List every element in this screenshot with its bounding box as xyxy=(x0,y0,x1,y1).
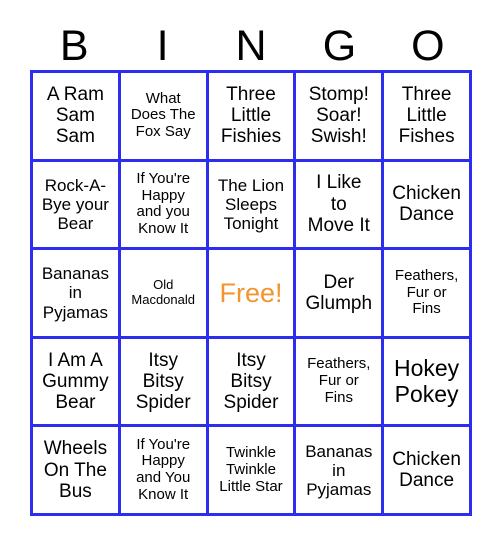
bingo-cell-label: Wheels On The Bus xyxy=(43,438,108,502)
bingo-cell-label: Free! xyxy=(219,277,283,308)
bingo-cell-label: Bananas in Pyjamas xyxy=(41,264,109,322)
bingo-cell[interactable]: I Am A Gummy Bear xyxy=(33,338,121,428)
header-letter-b: B xyxy=(59,22,89,70)
bingo-cell[interactable]: Three Little Fishies xyxy=(208,73,297,162)
bingo-cell-label: Stomp! Soar! Swish! xyxy=(308,83,369,148)
bingo-cell-label: Chicken Dance xyxy=(392,448,461,492)
bingo-cell[interactable]: Bananas in Pyjamas xyxy=(296,427,385,516)
bingo-cell[interactable]: A Ram Sam Sam xyxy=(33,73,121,162)
bingo-cell-label: Feathers, Fur or Fins xyxy=(394,266,459,318)
bingo-cell[interactable]: Der Glumph xyxy=(296,250,385,339)
bingo-cell[interactable]: I Like to Move It xyxy=(296,161,385,251)
bingo-cell-label: Hokey Pokey xyxy=(393,354,460,407)
bingo-cell[interactable]: Three Little Fishes xyxy=(384,73,472,162)
bingo-cell[interactable]: Twinkle Twinkle Little Star xyxy=(208,427,297,516)
bingo-grid: A Ram Sam Sam What Does The Fox Say Three … xyxy=(30,70,472,516)
header-letter-o: O xyxy=(411,22,445,70)
bingo-cell-label: Old Macdonald xyxy=(131,277,195,307)
bingo-cell[interactable]: Stomp! Soar! Swish! xyxy=(296,73,385,162)
bingo-cell-label: Rock-A- Bye your Bear xyxy=(41,175,109,233)
bingo-cell-label: Itsy Bitsy Spider xyxy=(223,349,279,414)
bingo-card: B I N G O A Ram Sam Sam What Does The Fox… xyxy=(0,0,501,544)
header-letter-g: G xyxy=(322,22,357,70)
bingo-cell-label: I Am A Gummy Bear xyxy=(42,349,109,414)
bingo-cell-label: If You're Happy and You Know It xyxy=(136,435,191,503)
header-letter-i: I xyxy=(156,22,169,70)
bingo-cell-label: Feathers, Fur or Fins xyxy=(307,355,371,406)
bingo-cell-label: I Like to Move It xyxy=(307,172,370,237)
bingo-cell[interactable]: If You're Happy and You Know It xyxy=(120,427,209,516)
bingo-cell[interactable]: Hokey Pokey xyxy=(384,338,472,428)
bingo-header: B I N G O xyxy=(30,22,472,70)
bingo-cell-label: Bananas in Pyjamas xyxy=(305,441,373,499)
bingo-cell-label: Three Little Fishes xyxy=(398,83,455,148)
bingo-cell[interactable]: Old Macdonald xyxy=(120,250,209,339)
bingo-cell[interactable]: The Lion Sleeps Tonight xyxy=(208,161,297,251)
bingo-cell[interactable]: Chicken Dance xyxy=(384,161,472,251)
bingo-cell[interactable]: Itsy Bitsy Spider xyxy=(120,338,209,428)
bingo-cell[interactable]: Chicken Dance xyxy=(384,427,472,516)
bingo-cell[interactable]: What Does The Fox Say xyxy=(120,73,209,162)
bingo-cell[interactable]: Feathers, Fur or Fins xyxy=(296,338,385,428)
bingo-cell-label: Der Glumph xyxy=(305,271,373,314)
bingo-cell-label: What Does The Fox Say xyxy=(130,89,196,141)
bingo-cell[interactable]: Rock-A- Bye your Bear xyxy=(33,161,121,251)
bingo-cell-label: Chicken Dance xyxy=(392,183,461,226)
bingo-cell-label: Twinkle Twinkle Little Star xyxy=(219,443,283,495)
bingo-cell-label: A Ram Sam Sam xyxy=(46,83,104,148)
bingo-cell-label: Itsy Bitsy Spider xyxy=(135,349,191,414)
bingo-cell[interactable]: Feathers, Fur or Fins xyxy=(384,250,472,339)
bingo-cell[interactable]: Itsy Bitsy Spider xyxy=(208,338,297,428)
bingo-cell-free[interactable]: Free! xyxy=(208,250,297,339)
bingo-cell[interactable]: Bananas in Pyjamas xyxy=(33,250,121,339)
bingo-cell-label: If You're Happy and you Know It xyxy=(136,169,191,238)
bingo-cell[interactable]: If You're Happy and you Know It xyxy=(120,161,209,251)
header-letter-n: N xyxy=(235,22,267,70)
bingo-cell-label: The Lion Sleeps Tonight xyxy=(217,175,285,233)
bingo-cell-label: Three Little Fishies xyxy=(220,83,282,148)
bingo-cell[interactable]: Wheels On The Bus xyxy=(33,427,121,516)
